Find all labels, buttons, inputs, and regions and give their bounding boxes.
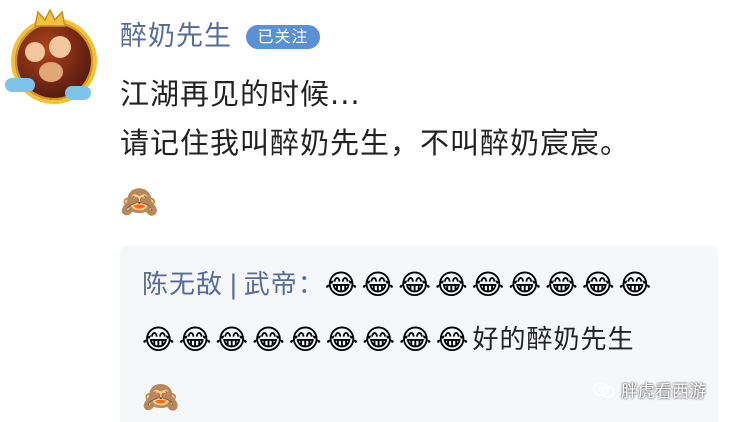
crown-icon [34, 8, 66, 27]
avatar-face-middle [49, 36, 71, 58]
reply-text: 好的醉奶先生 [472, 325, 635, 355]
tears-of-joy-emoji-row-2: 😂😂😂😂😂😂😂😂😂 [142, 323, 473, 356]
post-text-line1: 江湖再见的时候... [120, 77, 361, 111]
post-text-line2: 请记住我叫醉奶先生，不叫醉奶宸宸。 [120, 126, 631, 160]
wechat-icon [593, 381, 615, 398]
watermark-text: 胖虎看西游 [621, 382, 706, 402]
reply-line1: 陈无敌 | 武帝：😂😂😂😂😂😂😂😂😂 [142, 268, 655, 302]
reply-separator: | [229, 270, 238, 300]
tears-of-joy-emoji-row-1: 😂😂😂😂😂😂😂😂😂 [324, 268, 656, 301]
follow-badge[interactable]: 已关注 [246, 25, 320, 49]
reply-author-title[interactable]: 武帝： [244, 270, 325, 300]
cloud-left-icon [5, 78, 35, 92]
reply-line2: 😂😂😂😂😂😂😂😂😂好的醉奶先生 [142, 323, 634, 357]
avatar-face-bottom [39, 62, 63, 82]
username[interactable]: 醉奶先生 [120, 22, 232, 52]
cloud-right-icon [65, 86, 91, 100]
avatar-face-left [25, 42, 45, 62]
reply-see-no-evil-monkey-icon: 🙈 [142, 380, 180, 415]
reply-author[interactable]: 陈无敌 [142, 270, 223, 300]
see-no-evil-monkey-icon: 🙈 [120, 184, 159, 220]
avatar[interactable] [5, 8, 97, 108]
watermark: 胖虎看西游 [593, 377, 706, 402]
post-card: 醉奶先生 已关注 江湖再见的时候... 请记住我叫醉奶先生，不叫醉奶宸宸。 🙈 … [0, 0, 730, 422]
